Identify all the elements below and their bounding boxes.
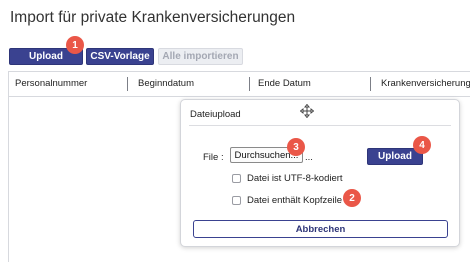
column-divider[interactable] — [127, 77, 128, 91]
utf8-checkbox[interactable] — [232, 174, 241, 183]
table-header: Personalnummer Beginndatum Ende Datum Kr… — [9, 72, 470, 97]
step-badge-3: 3 — [287, 138, 305, 156]
import-all-button[interactable]: Alle importieren — [158, 48, 243, 65]
step-badge-2: 2 — [343, 189, 361, 207]
header-row-checkbox[interactable] — [232, 196, 241, 205]
utf8-label[interactable]: Datei ist UTF-8-kodiert — [247, 173, 343, 184]
dialog-title: Dateiupload — [190, 109, 241, 120]
selected-file-name: ... — [305, 152, 313, 163]
move-arrows-icon[interactable] — [300, 104, 314, 118]
column-header-krankenversicherung[interactable]: Krankenversicherung — [381, 78, 470, 89]
column-divider[interactable] — [370, 77, 371, 91]
file-label: File : — [203, 152, 224, 163]
page-title: Import für private Krankenversicherungen — [10, 9, 296, 26]
header-row-label[interactable]: Datei enthält Kopfzeile — [247, 195, 342, 206]
dialog-divider — [189, 125, 451, 126]
step-badge-4: 4 — [413, 136, 431, 154]
step-badge-1: 1 — [66, 36, 84, 54]
column-header-personalnummer[interactable]: Personalnummer — [15, 78, 87, 89]
cancel-button[interactable]: Abbrechen — [193, 220, 448, 238]
csv-template-button[interactable]: CSV-Vorlage — [86, 48, 154, 65]
column-divider[interactable] — [249, 77, 250, 91]
column-header-beginndatum[interactable]: Beginndatum — [138, 78, 194, 89]
file-upload-dialog: Dateiupload File : Durchsuchen... ... Up… — [180, 99, 460, 247]
column-header-ende-datum[interactable]: Ende Datum — [258, 78, 311, 89]
